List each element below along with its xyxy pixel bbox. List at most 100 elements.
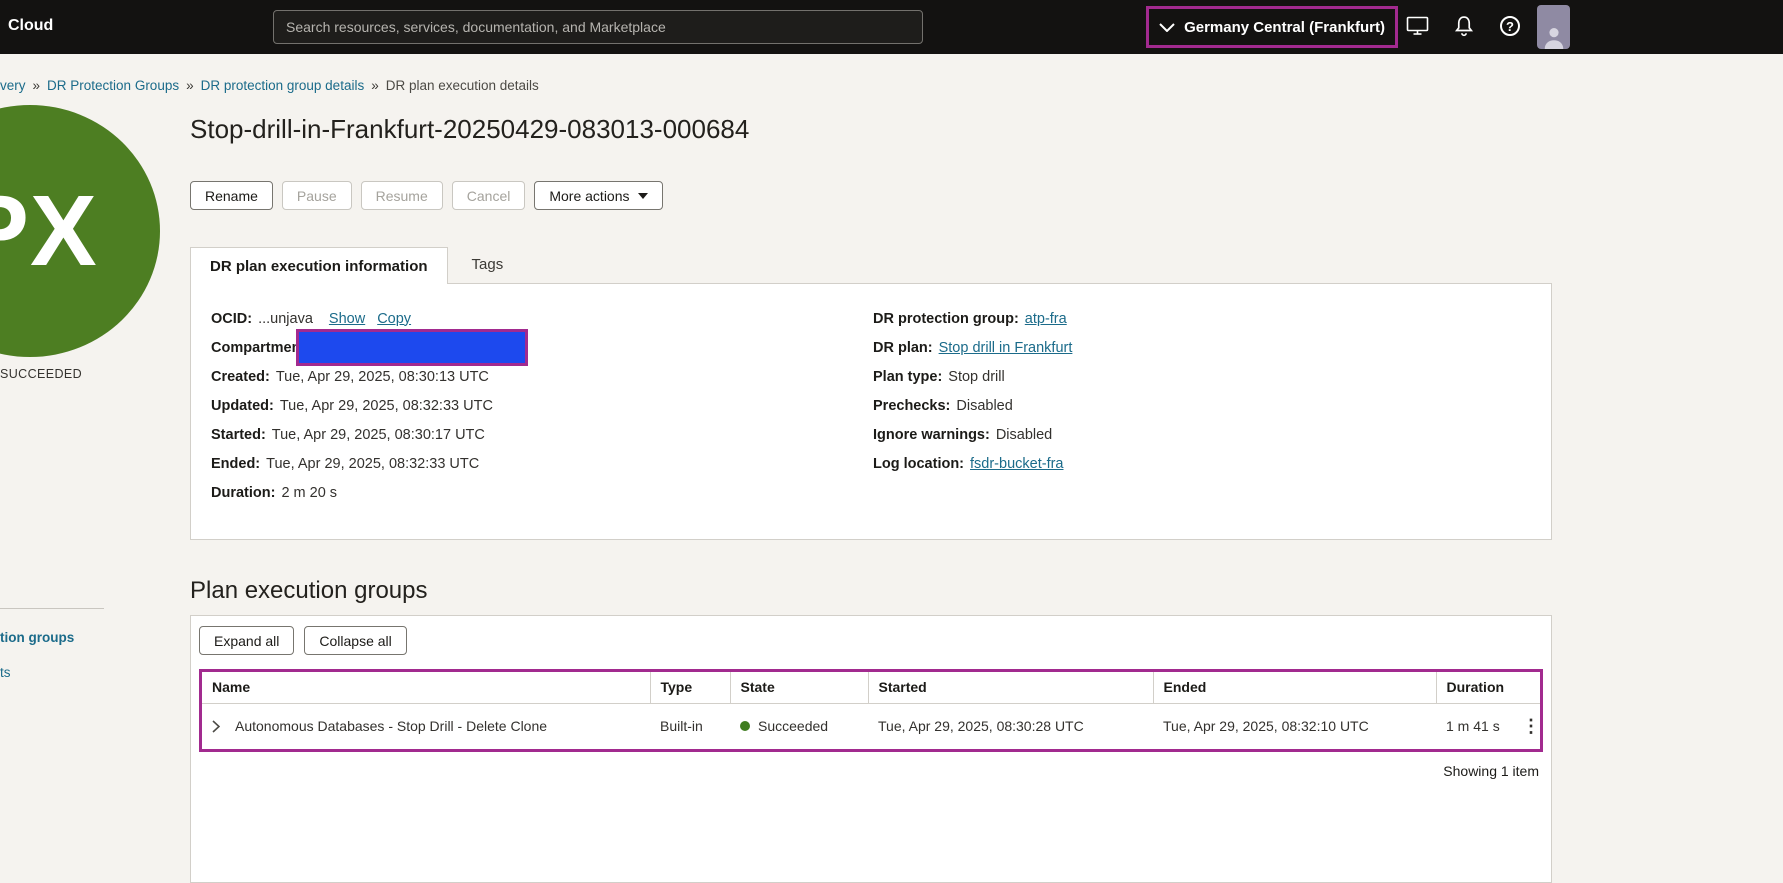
sidebar-item-requests[interactable]: ts <box>0 665 11 680</box>
cancel-button: Cancel <box>451 181 526 210</box>
rename-button[interactable]: Rename <box>190 181 273 210</box>
duration-label: Duration: <box>211 484 276 501</box>
success-dot-icon <box>740 721 750 731</box>
chevron-down-icon <box>1159 22 1175 32</box>
cloud-shell-monitor-icon[interactable] <box>1406 16 1429 36</box>
details-right-column: DR protection group: atp-fra DR plan: St… <box>873 304 1551 539</box>
table-buttons-row: Expand all Collapse all <box>199 626 1543 655</box>
dr-plan-row: DR plan: Stop drill in Frankfurt <box>873 333 1551 362</box>
pause-button: Pause <box>281 181 352 210</box>
row-expand-chevron-icon[interactable] <box>212 719 220 733</box>
duration-row: Duration: 2 m 20 s <box>211 478 873 507</box>
dr-plan-link[interactable]: Stop drill in Frankfurt <box>939 340 1073 356</box>
groups-table-highlight: Name Type State Started Ended Duration A… <box>199 669 1543 752</box>
created-value: Tue, Apr 29, 2025, 08:30:13 UTC <box>275 368 489 385</box>
page-title: Stop-drill-in-Frankfurt-20250429-083013-… <box>190 114 750 144</box>
row-started: Tue, Apr 29, 2025, 08:30:28 UTC <box>878 718 1084 734</box>
user-avatar[interactable] <box>1537 5 1570 49</box>
breadcrumb: very » DR Protection Groups » DR protect… <box>0 78 539 93</box>
updated-label: Updated: <box>211 397 274 414</box>
dr-plan-execution-information-panel: OCID: ...unjava Show Copy Compartment: C… <box>190 283 1552 540</box>
breadcrumb-link-dr-protection-group-details[interactable]: DR protection group details <box>201 78 365 93</box>
breadcrumb-separator: » <box>371 78 379 93</box>
column-header-state[interactable]: State <box>730 672 869 704</box>
started-row: Started: Tue, Apr 29, 2025, 08:30:17 UTC <box>211 420 873 449</box>
ended-value: Tue, Apr 29, 2025, 08:32:33 UTC <box>266 455 480 472</box>
duration-value: 2 m 20 s <box>281 484 338 501</box>
row-duration: 1 m 41 s <box>1446 718 1500 734</box>
started-value: Tue, Apr 29, 2025, 08:30:17 UTC <box>271 426 485 443</box>
created-row: Created: Tue, Apr 29, 2025, 08:30:13 UTC <box>211 362 873 391</box>
ocid-label: OCID: <box>211 310 253 327</box>
ocid-copy-link[interactable]: Copy <box>377 311 411 327</box>
breadcrumb-separator: » <box>32 78 41 93</box>
ignore-warnings-row: Ignore warnings: Disabled <box>873 420 1551 449</box>
collapse-all-button[interactable]: Collapse all <box>304 626 407 655</box>
resume-button: Resume <box>360 181 443 210</box>
row-type: Built-in <box>660 718 703 734</box>
row-state: Succeeded <box>758 718 829 734</box>
dr-protection-group-link[interactable]: atp-fra <box>1025 311 1067 327</box>
action-buttons-row: Rename Pause Resume Cancel More actions <box>190 181 1552 210</box>
row-ended: Tue, Apr 29, 2025, 08:32:10 UTC <box>1163 718 1369 734</box>
breadcrumb-current: DR plan execution details <box>385 78 539 93</box>
compartment-redaction-box <box>296 329 528 366</box>
log-location-link[interactable]: fsdr-bucket-fra <box>970 456 1063 472</box>
details-left-column: OCID: ...unjava Show Copy Compartment: C… <box>211 304 873 539</box>
help-icon[interactable]: ? <box>1500 16 1520 36</box>
sidebar-item-protection-groups[interactable]: tion groups <box>0 630 74 645</box>
started-label: Started: <box>211 426 266 443</box>
dr-protection-group-row: DR protection group: atp-fra <box>873 304 1551 333</box>
prechecks-label: Prechecks: <box>873 397 951 414</box>
log-location-label: Log location: <box>873 455 965 472</box>
tabs-row: DR plan execution information Tags <box>190 246 1552 284</box>
main-content: Stop-drill-in-Frankfurt-20250429-083013-… <box>190 112 1552 883</box>
notifications-bell-icon[interactable] <box>1454 15 1474 37</box>
plan-type-value: Stop drill <box>948 368 1005 385</box>
more-actions-button[interactable]: More actions <box>534 181 663 210</box>
column-header-ended[interactable]: Ended <box>1153 672 1437 704</box>
dr-plan-label: DR plan: <box>873 339 933 356</box>
ignore-warnings-label: Ignore warnings: <box>873 426 990 443</box>
expand-all-button[interactable]: Expand all <box>199 626 295 655</box>
column-header-started[interactable]: Started <box>868 672 1154 704</box>
sidebar-divider <box>0 608 104 609</box>
ignore-warnings-value: Disabled <box>995 426 1053 443</box>
breadcrumb-link-dr-protection-groups[interactable]: DR Protection Groups <box>47 78 179 93</box>
region-selector[interactable]: Germany Central (Frankfurt) <box>1146 6 1398 48</box>
table-row: Autonomous Databases - Stop Drill - Dele… <box>202 703 1540 749</box>
created-label: Created: <box>211 368 270 385</box>
breadcrumb-link-recovery[interactable]: very <box>0 78 26 93</box>
ended-row: Ended: Tue, Apr 29, 2025, 08:32:33 UTC <box>211 449 873 478</box>
column-header-type[interactable]: Type <box>650 672 731 704</box>
kebab-menu-icon[interactable]: ⋮ <box>1512 703 1540 749</box>
plan-execution-groups-heading: Plan execution groups <box>190 577 428 604</box>
status-avatar-circle: PX <box>0 105 160 357</box>
brand-logo: Cloud <box>8 17 54 34</box>
status-succeeded-label: SUCCEEDED <box>0 367 83 381</box>
column-header-name[interactable]: Name <box>202 672 651 704</box>
updated-value: Tue, Apr 29, 2025, 08:32:33 UTC <box>279 397 493 414</box>
plan-execution-groups-panel: Expand all Collapse all Name Type State … <box>190 615 1552 883</box>
ocid-show-link[interactable]: Show <box>329 311 365 327</box>
caret-down-icon <box>637 192 648 199</box>
table-header-row: Name Type State Started Ended Duration <box>202 672 1540 704</box>
plan-type-row: Plan type: Stop drill <box>873 362 1551 391</box>
updated-row: Updated: Tue, Apr 29, 2025, 08:32:33 UTC <box>211 391 873 420</box>
column-header-duration[interactable]: Duration <box>1436 672 1512 704</box>
prechecks-value: Disabled <box>956 397 1013 414</box>
row-name: Autonomous Databases - Stop Drill - Dele… <box>235 718 548 734</box>
search-input[interactable] <box>273 10 923 44</box>
ocid-value: ...unjava <box>258 310 313 327</box>
table-footer-count: Showing 1 item <box>1443 762 1539 779</box>
region-label: Germany Central (Frankfurt) <box>1184 18 1385 36</box>
log-location-row: Log location: fsdr-bucket-fra <box>873 449 1551 478</box>
tab-dr-plan-execution-information[interactable]: DR plan execution information <box>190 247 448 284</box>
person-icon <box>1544 28 1563 49</box>
prechecks-row: Prechecks: Disabled <box>873 391 1551 420</box>
column-header-actions <box>1512 672 1540 704</box>
breadcrumb-separator: » <box>186 78 194 93</box>
more-actions-label: More actions <box>549 187 630 204</box>
dr-protection-group-label: DR protection group: <box>873 310 1019 327</box>
tab-tags[interactable]: Tags <box>448 246 528 283</box>
